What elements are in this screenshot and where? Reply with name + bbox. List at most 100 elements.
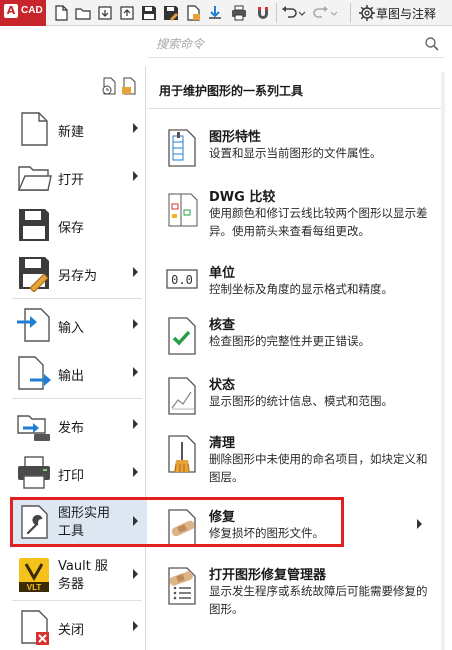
panel-divider (147, 108, 443, 109)
workspace-label: 草图与注释 (376, 7, 437, 21)
magnet-icon[interactable] (254, 4, 272, 22)
menu-item-label: 发布 (58, 421, 85, 436)
chevron-right-icon (133, 171, 138, 181)
save-icon[interactable] (140, 4, 158, 22)
save-to-web-icon[interactable] (118, 4, 136, 22)
purge-icon (168, 435, 196, 473)
menu-item-publish[interactable]: 发布 (12, 402, 142, 448)
menu-item-label: 新建 (58, 125, 85, 140)
application-menu-button[interactable]: A CAD (0, 0, 46, 26)
menu-item-save-as[interactable]: 另存为 (12, 250, 142, 296)
utility-description: 删除图形中未使用的命名项目，如块定义和图层。 (209, 452, 428, 484)
redo-icon[interactable] (312, 4, 330, 22)
export-icon (18, 356, 51, 390)
printer-icon (18, 456, 50, 489)
units-icon: 0.0 (166, 269, 198, 289)
undo-icon[interactable] (280, 4, 298, 22)
search-input[interactable] (148, 32, 418, 56)
menu-divider (12, 600, 142, 601)
export-icon[interactable] (206, 4, 224, 22)
utility-description: 显示发生程序或系统故障后可能需要修复的图形。 (209, 584, 428, 616)
utility-title: 图形特性 (209, 130, 262, 145)
recent-documents-icon[interactable] (100, 76, 118, 96)
vault-icon: VLT (19, 558, 49, 592)
dwg-compare-icon (168, 193, 198, 227)
menu-item-export[interactable]: 输出 (12, 350, 142, 396)
save-icon (19, 209, 49, 241)
menu-item-label: Vault 服务器 (58, 559, 108, 592)
utility-audit[interactable]: 核查 检查图形的完整性并更正错误。 (157, 312, 437, 374)
save-as-icon[interactable] (162, 4, 180, 22)
gear-icon (359, 5, 375, 21)
menu-item-label: 打开 (58, 173, 85, 188)
open-folder-icon (17, 166, 52, 191)
menu-item-save[interactable]: 保存 (12, 202, 142, 248)
panel-scrollbar[interactable] (441, 72, 445, 650)
utility-description: 控制坐标及角度的显示格式和精度。 (209, 282, 393, 296)
menu-item-label: 输入 (58, 321, 85, 336)
menu-item-label: 打印 (58, 469, 85, 484)
new-file-icon (21, 112, 48, 146)
menu-divider (12, 298, 142, 299)
utility-description: 显示图形的统计信息、模式和范围。 (209, 394, 393, 408)
recent-documents-toolbar (96, 76, 140, 96)
utility-title: 清理 (209, 436, 236, 451)
command-search (148, 30, 444, 58)
vault-badge-text: VLT (27, 583, 42, 592)
toolbar-separator (276, 3, 277, 23)
chevron-right-icon (133, 419, 138, 429)
menu-item-open[interactable]: 打开 (12, 154, 142, 200)
menu-item-close[interactable]: 关闭 (12, 604, 142, 650)
menu-item-label: 输出 (58, 369, 85, 384)
utility-title: 核查 (209, 318, 236, 333)
menu-item-print[interactable]: 打印 (12, 450, 142, 496)
recovery-manager-icon (168, 567, 196, 605)
utility-drawing-properties[interactable]: 图形特性 设置和显示当前图形的文件属性。 (157, 124, 437, 186)
utility-title: DWG 比较 (209, 190, 276, 205)
drawing-utilities-panel: 用于维护图形的一系列工具 图形特性 设置和显示当前图形的文件属性。 DWG 比较… (147, 72, 443, 650)
highlight-annotation-box (10, 497, 344, 547)
utility-status[interactable]: 状态 显示图形的统计信息、模式和范围。 (157, 372, 437, 434)
menu-item-new[interactable]: 新建 (12, 106, 142, 152)
drawing-properties-icon (168, 129, 196, 167)
quick-access-toolbar: A CAD 草图与注释 (0, 0, 452, 26)
utility-title: 单位 (209, 266, 236, 281)
menu-item-vault-server[interactable]: VLT Vault 服务器 (12, 552, 142, 598)
app-logo-text: CAD (21, 5, 43, 16)
utility-dwg-compare[interactable]: DWG 比较 使用颜色和修订云线比较两个图形以显示差异。使用箭头来查看每组更改。 (157, 184, 437, 246)
new-file-icon[interactable] (52, 4, 70, 22)
chevron-right-icon (133, 569, 138, 579)
chevron-right-icon (133, 123, 138, 133)
panel-title: 用于维护图形的一系列工具 (159, 84, 304, 98)
utility-description: 使用颜色和修订云线比较两个图形以显示差异。使用箭头来查看每组更改。 (209, 206, 428, 238)
menu-item-label: 关闭 (58, 623, 85, 638)
share-icon[interactable] (184, 4, 202, 22)
status-icon (168, 377, 196, 415)
close-file-icon (21, 610, 49, 645)
redo-dropdown-icon[interactable] (330, 4, 338, 22)
units-icon-text: 0.0 (171, 273, 193, 287)
menu-divider (12, 398, 142, 399)
menu-item-label: 另存为 (58, 269, 98, 284)
chevron-right-icon[interactable] (415, 518, 423, 530)
undo-dropdown-icon[interactable] (298, 4, 306, 22)
utility-purge[interactable]: 清理 删除图形中未使用的命名项目，如块定义和图层。 (157, 430, 437, 492)
utility-description: 检查图形的完整性并更正错误。 (209, 334, 370, 348)
menu-item-import[interactable]: 输入 (12, 302, 142, 348)
save-as-icon (19, 257, 49, 292)
chevron-right-icon (133, 319, 138, 329)
open-from-web-icon[interactable] (96, 4, 114, 22)
toolbar-separator (350, 3, 351, 23)
publish-icon (17, 415, 50, 441)
utility-recovery-manager[interactable]: 打开图形修复管理器 显示发生程序或系统故障后可能需要修复的图形。 (157, 562, 437, 624)
plot-icon[interactable] (230, 4, 248, 22)
search-icon[interactable] (424, 36, 440, 52)
open-folder-icon[interactable] (74, 4, 92, 22)
open-documents-icon[interactable] (120, 76, 138, 96)
workspace-switcher[interactable]: 草图与注释 (354, 0, 452, 26)
utility-title: 打开图形修复管理器 (209, 568, 327, 583)
chevron-right-icon (133, 267, 138, 277)
chevron-right-icon (133, 621, 138, 631)
utility-description: 设置和显示当前图形的文件属性。 (209, 146, 382, 160)
audit-icon (168, 317, 196, 355)
